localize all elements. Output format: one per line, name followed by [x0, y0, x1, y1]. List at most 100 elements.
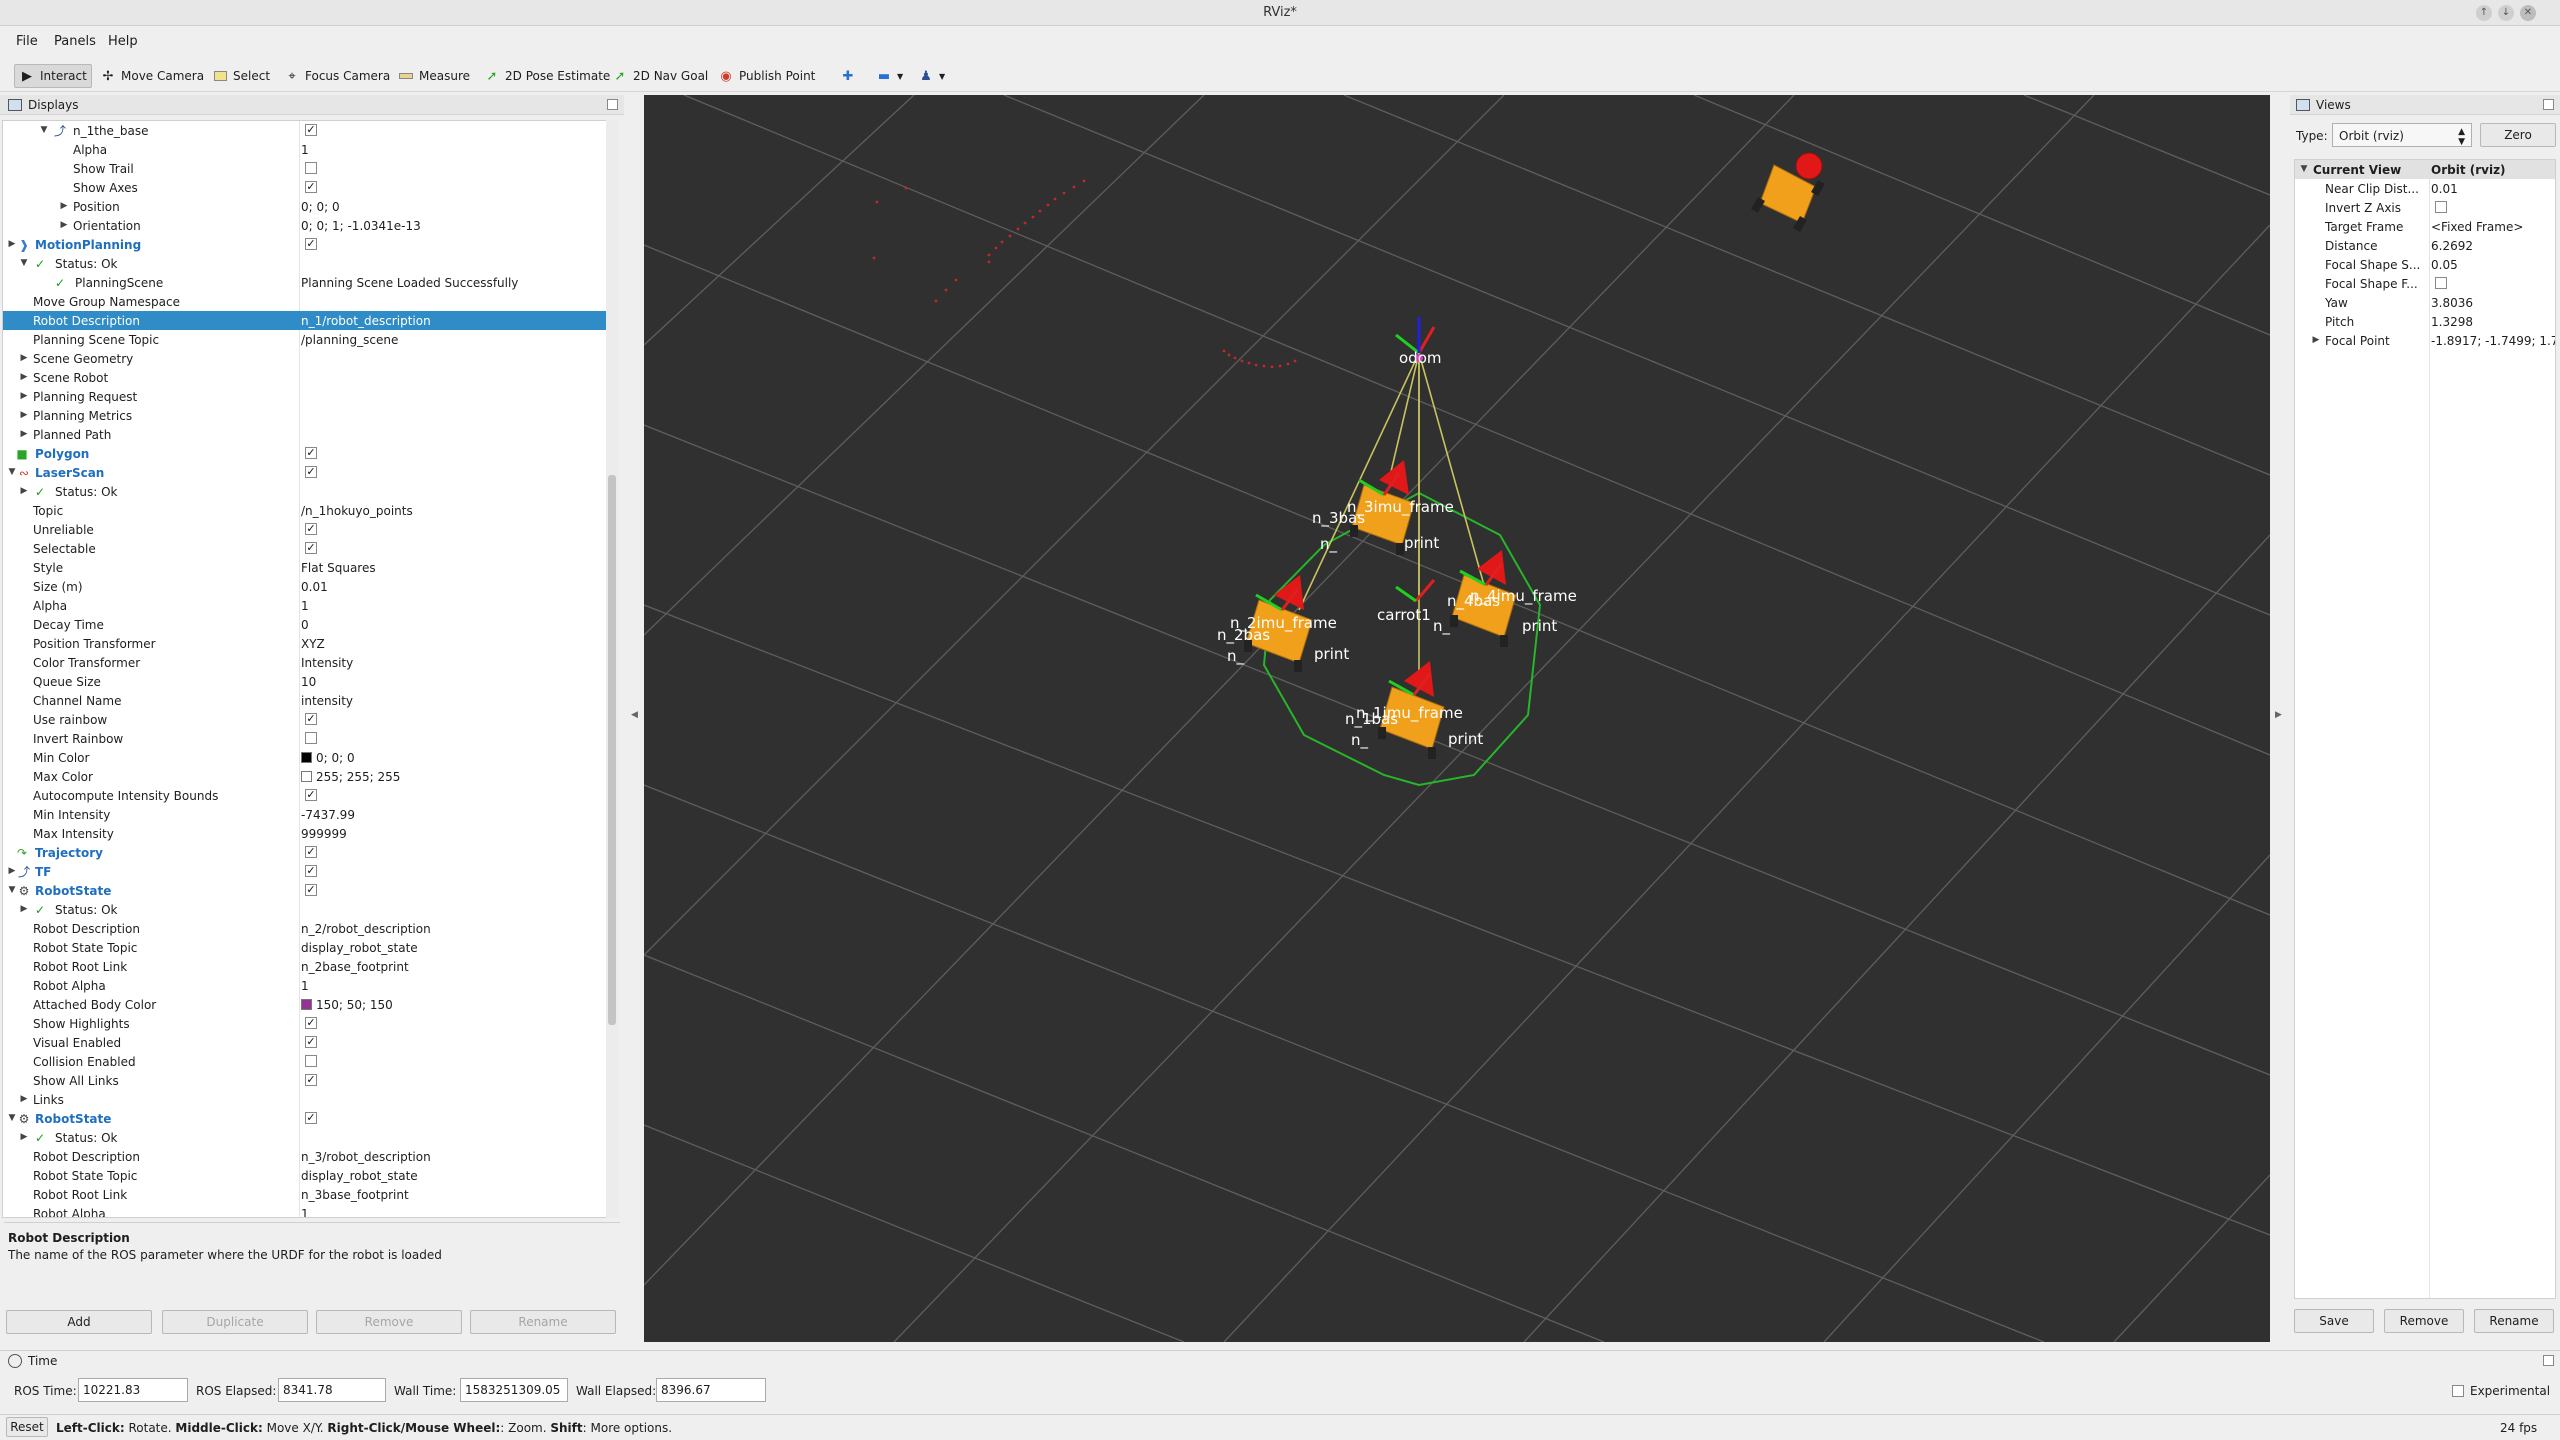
chevron-right-icon[interactable]: ▶	[2275, 710, 2282, 720]
chevron-right-icon[interactable]: ▶	[19, 486, 29, 496]
tree-row[interactable]: Robot Alpha 1	[3, 976, 607, 995]
displays-scrollbar[interactable]	[606, 120, 618, 1218]
tree-row[interactable]: Robot Alpha 1	[3, 1204, 607, 1217]
chevron-right-icon[interactable]: ▶	[19, 353, 29, 363]
row-value[interactable]: -1.8917; -1.7499; 1.7	[2431, 334, 2555, 348]
remove-display-button[interactable]: Remove	[316, 1310, 462, 1334]
tree-row[interactable]: Autocompute Intensity Bounds ✓	[3, 786, 607, 805]
row-value[interactable]: n_2/robot_description	[301, 922, 431, 936]
render-viewport[interactable]: odom carrot1 n_3imu_frame n_3bas print n…	[644, 95, 2270, 1342]
chevron-down-icon[interactable]: ▼	[2299, 164, 2309, 174]
focus-camera-tool-button[interactable]: ⌖ Focus Camera	[280, 64, 394, 88]
chevron-down-icon[interactable]: ▼	[7, 885, 17, 895]
autocompute-bounds-checkbox[interactable]: ✓	[305, 789, 317, 801]
views-row[interactable]: Target Frame <Fixed Frame>	[2295, 217, 2555, 236]
wall-time-field[interactable]: 1583251309.05	[460, 1378, 568, 1402]
tree-row[interactable]: Robot State Topic display_robot_state	[3, 938, 607, 957]
row-value[interactable]: -7437.99	[301, 808, 355, 822]
tree-row[interactable]: Style Flat Squares	[3, 558, 607, 577]
chevron-down-icon[interactable]: ▼	[7, 467, 17, 477]
add-display-button[interactable]: Add	[6, 1310, 152, 1334]
tree-row[interactable]: Max Color 255; 255; 255	[3, 767, 607, 786]
tree-row[interactable]: Position Transformer XYZ	[3, 634, 607, 653]
row-value[interactable]: n_1/robot_description	[301, 314, 431, 328]
row-value[interactable]: 0	[301, 618, 309, 632]
show-all-links-checkbox[interactable]: ✓	[305, 1074, 317, 1086]
tool-properties-dropdown[interactable]: ♟ ▼	[914, 64, 949, 88]
tree-row[interactable]: Attached Body Color 150; 50; 150	[3, 995, 607, 1014]
row-value[interactable]: n_3base_footprint	[301, 1188, 409, 1202]
display-enable-checkbox[interactable]: ✓	[305, 1112, 317, 1124]
tree-row[interactable]: ▶ Position 0; 0; 0	[3, 197, 607, 216]
rename-display-button[interactable]: Rename	[470, 1310, 616, 1334]
row-value[interactable]: /planning_scene	[301, 333, 398, 347]
tree-row[interactable]: Robot Root Link n_3base_footprint	[3, 1185, 607, 1204]
row-value[interactable]: Flat Squares	[301, 561, 376, 575]
views-row[interactable]: Focal Shape F...	[2295, 274, 2555, 293]
tree-row[interactable]: ▶ Scene Robot	[3, 368, 607, 387]
interact-tool-button[interactable]: ▶ Interact	[14, 64, 92, 88]
publish-point-tool-button[interactable]: ◉ Publish Point	[714, 64, 819, 88]
views-row-current[interactable]: ▼ Current View Orbit (rviz)	[2295, 160, 2555, 179]
menu-panels[interactable]: Panels	[54, 34, 96, 49]
tree-row[interactable]: Color Transformer Intensity	[3, 653, 607, 672]
tree-row[interactable]: ▶ Planning Metrics	[3, 406, 607, 425]
window-maximize-button[interactable]: ↓	[2498, 5, 2514, 21]
tree-row[interactable]: ▶ Links	[3, 1090, 607, 1109]
tree-row[interactable]: ✓ PlanningScene Planning Scene Loaded Succ…	[3, 273, 607, 292]
views-row[interactable]: Distance 6.2692	[2295, 236, 2555, 255]
row-value[interactable]: 999999	[301, 827, 347, 841]
tree-row[interactable]: Move Group Namespace	[3, 292, 607, 311]
attached-body-color-value[interactable]: 150; 50; 150	[301, 998, 393, 1012]
view-type-select[interactable]: Orbit (rviz) ▲ ▼	[2332, 123, 2472, 147]
tree-row[interactable]: Decay Time 0	[3, 615, 607, 634]
row-value[interactable]: display_robot_state	[301, 1169, 418, 1183]
right-splitter[interactable]: ▶	[2272, 95, 2286, 1342]
tree-row[interactable]: Size (m) 0.01	[3, 577, 607, 596]
row-value[interactable]: display_robot_state	[301, 941, 418, 955]
tree-row-status[interactable]: ▶ ✓ Status: Ok	[3, 1128, 607, 1147]
panel-undock-button[interactable]	[607, 99, 618, 110]
views-row[interactable]: Pitch 1.3298	[2295, 312, 2555, 331]
tree-row[interactable]: Robot State Topic display_robot_state	[3, 1166, 607, 1185]
remove-view-button[interactable]: Remove	[2384, 1309, 2464, 1333]
tree-row[interactable]: Selectable ✓	[3, 539, 607, 558]
tree-row[interactable]: Robot Root Link n_2base_footprint	[3, 957, 607, 976]
tree-row-motion-planning[interactable]: ▶ ❱ MotionPlanning ✓	[3, 235, 607, 254]
window-minimize-button[interactable]: ↑	[2476, 5, 2492, 21]
row-value[interactable]: 1	[301, 143, 309, 157]
tree-row[interactable]: Visual Enabled ✓	[3, 1033, 607, 1052]
row-value[interactable]: 1	[301, 599, 309, 613]
tree-row-status[interactable]: ▼ ✓ Status: Ok	[3, 254, 607, 273]
max-color-value[interactable]: 255; 255; 255	[301, 770, 400, 784]
chevron-right-icon[interactable]: ▶	[19, 904, 29, 914]
tree-row[interactable]: Robot Description n_2/robot_description	[3, 919, 607, 938]
tree-row-polygon[interactable]: ■ Polygon ✓	[3, 444, 607, 463]
displays-tree[interactable]: ▼ ⤴ n_1the_base ✓ Alpha 1 Show Trail Show Ax…	[2, 120, 608, 1218]
row-value[interactable]: 0.01	[301, 580, 328, 594]
ros-time-field[interactable]: 10221.83	[78, 1378, 188, 1402]
tree-row[interactable]: Invert Rainbow	[3, 729, 607, 748]
tree-row[interactable]: ▶ Planned Path	[3, 425, 607, 444]
chevron-right-icon[interactable]: ▶	[19, 410, 29, 420]
row-value[interactable]: 3.8036	[2431, 296, 2473, 310]
chevron-down-icon[interactable]: ▼	[19, 258, 29, 268]
row-value[interactable]: 0.01	[2431, 182, 2458, 196]
add-tool-button[interactable]: ✚	[836, 64, 865, 88]
chevron-right-icon[interactable]: ▶	[19, 1094, 29, 1104]
views-row[interactable]: Focal Shape S... 0.05	[2295, 255, 2555, 274]
chevron-right-icon[interactable]: ▶	[19, 372, 29, 382]
show-highlights-checkbox[interactable]: ✓	[305, 1017, 317, 1029]
reset-button[interactable]: Reset	[6, 1417, 48, 1437]
chevron-left-icon[interactable]: ◀	[631, 710, 638, 720]
measure-tool-button[interactable]: Measure	[394, 64, 474, 88]
row-value[interactable]: n_3/robot_description	[301, 1150, 431, 1164]
row-value[interactable]: <Fixed Frame>	[2431, 220, 2523, 234]
chevron-right-icon[interactable]: ▶	[59, 220, 69, 230]
views-row[interactable]: Near Clip Dist... 0.01	[2295, 179, 2555, 198]
chevron-right-icon[interactable]: ▶	[19, 391, 29, 401]
chevron-right-icon[interactable]: ▶	[7, 866, 17, 876]
show-axes-checkbox[interactable]: ✓	[305, 181, 317, 193]
nav-goal-tool-button[interactable]: ➚ 2D Nav Goal	[608, 64, 712, 88]
tree-row[interactable]: Collision Enabled	[3, 1052, 607, 1071]
